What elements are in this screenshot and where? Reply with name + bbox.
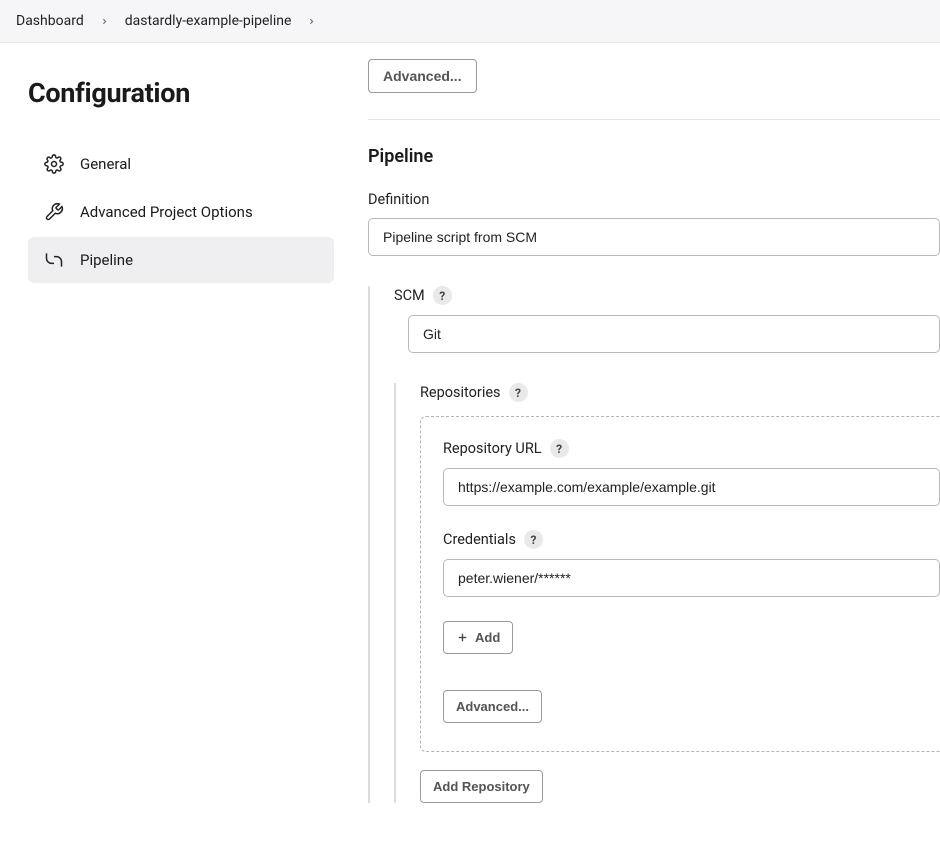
advanced-button[interactable]: Advanced... xyxy=(368,59,477,93)
help-icon[interactable]: ? xyxy=(433,286,452,305)
help-icon[interactable]: ? xyxy=(550,439,569,458)
main-content: Advanced... Pipeline Definition SCM ? Re… xyxy=(350,43,940,819)
scm-section: SCM ? Repositories ? Repository URL ? xyxy=(368,286,940,803)
sidebar-item-general[interactable]: General xyxy=(28,141,334,187)
add-credentials-button[interactable]: Add xyxy=(443,621,513,654)
repositories-label: Repositories ? xyxy=(420,383,940,402)
page-title: Configuration xyxy=(28,77,334,109)
sidebar-item-pipeline[interactable]: Pipeline xyxy=(28,237,334,283)
sidebar-item-advanced[interactable]: Advanced Project Options xyxy=(28,189,334,235)
credentials-label: Credentials ? xyxy=(443,530,940,549)
repo-url-label: Repository URL ? xyxy=(443,439,940,458)
definition-select[interactable] xyxy=(368,218,940,256)
chevron-right-icon xyxy=(307,17,316,26)
breadcrumb: Dashboard dastardly-example-pipeline xyxy=(0,0,940,43)
help-icon[interactable]: ? xyxy=(509,383,528,402)
sidebar: Configuration General Advanced Project O… xyxy=(0,43,350,819)
gear-icon xyxy=(44,154,64,174)
repository-card: Repository URL ? Credentials ? xyxy=(420,416,940,752)
sidebar-item-label: General xyxy=(80,155,131,173)
plus-icon xyxy=(456,631,469,644)
advanced-repo-button[interactable]: Advanced... xyxy=(443,690,542,723)
repositories-section: Repositories ? Repository URL ? Credenti… xyxy=(394,383,940,803)
credentials-select[interactable] xyxy=(443,559,940,597)
pipeline-icon xyxy=(44,250,64,270)
wrench-icon xyxy=(44,202,64,222)
help-icon[interactable]: ? xyxy=(524,530,543,549)
add-repository-button[interactable]: Add Repository xyxy=(420,770,543,803)
breadcrumb-item-dashboard[interactable]: Dashboard xyxy=(16,13,84,29)
sidebar-item-label: Advanced Project Options xyxy=(80,203,253,221)
chevron-right-icon xyxy=(100,17,109,26)
scm-select[interactable] xyxy=(408,315,940,353)
divider xyxy=(368,119,940,120)
repo-url-input[interactable] xyxy=(443,468,940,506)
scm-label: SCM ? xyxy=(394,286,940,305)
sidebar-item-label: Pipeline xyxy=(80,251,133,269)
definition-label: Definition xyxy=(368,191,940,208)
breadcrumb-item-pipeline[interactable]: dastardly-example-pipeline xyxy=(125,13,292,29)
section-title-pipeline: Pipeline xyxy=(368,146,940,167)
